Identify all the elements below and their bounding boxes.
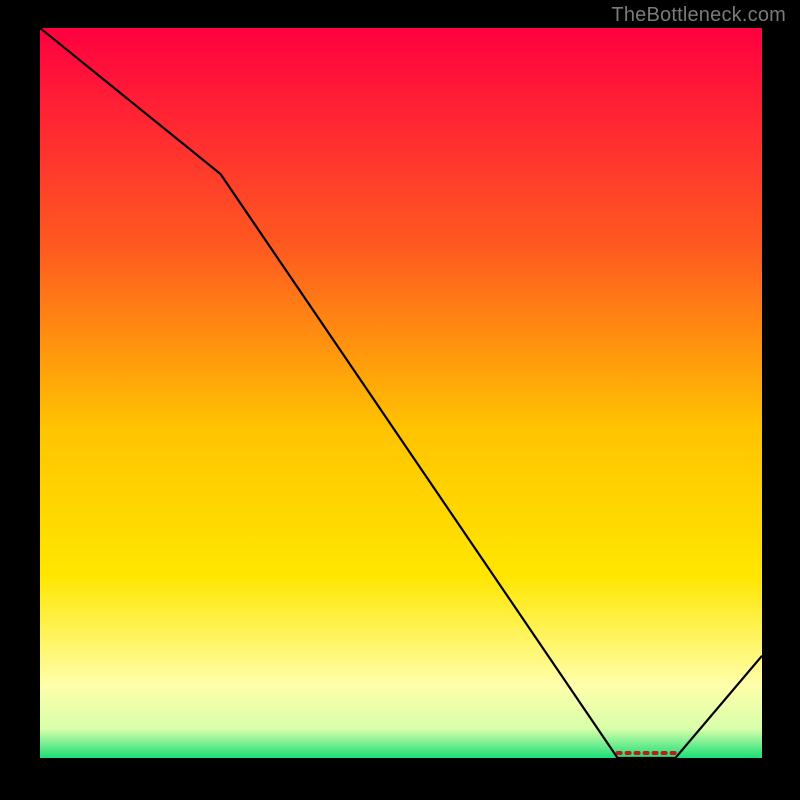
chart-svg — [0, 0, 800, 800]
watermark-text: TheBottleneck.com — [611, 4, 786, 27]
plot-background — [40, 28, 762, 758]
chart-root: TheBottleneck.com — [0, 0, 800, 800]
